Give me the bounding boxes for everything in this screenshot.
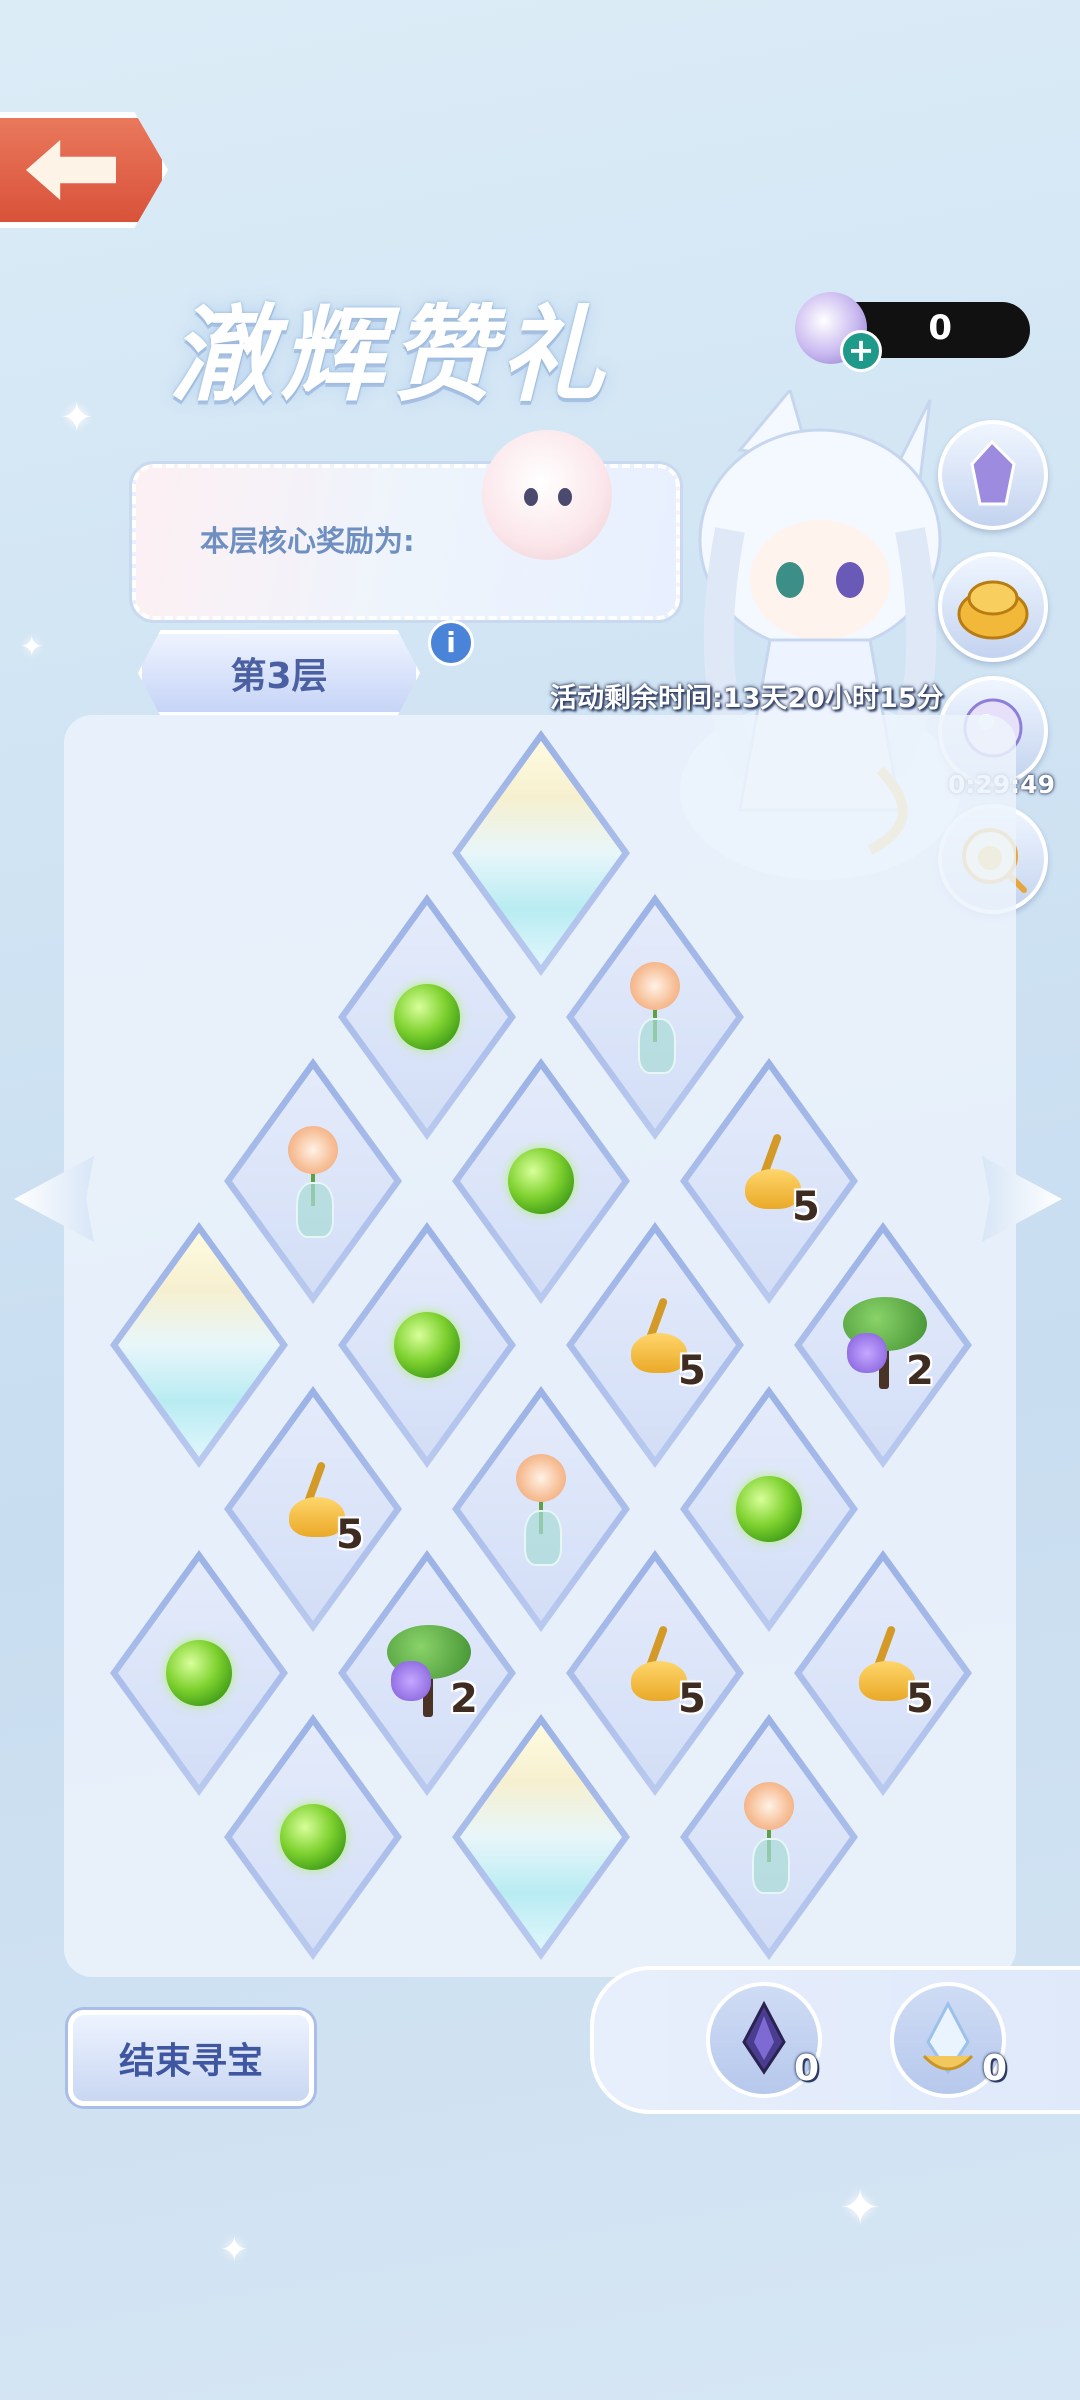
crystal-shop-button[interactable] (938, 420, 1048, 530)
dark-crystal-count: 0 (794, 2048, 820, 2089)
floor-label: 第3层 (230, 656, 328, 697)
back-arrow-icon (26, 140, 116, 200)
flower-vase-icon (278, 1126, 348, 1238)
item-count: 5 (906, 1676, 934, 1722)
flower-vase-icon (506, 1454, 576, 1566)
broom-icon (625, 1624, 687, 1703)
end-hunt-label: 结束寻宝 (118, 2041, 263, 2082)
item-count: 5 (336, 1512, 364, 1558)
light-crystal-count: 0 (982, 2048, 1008, 2089)
sparkle-decoration: ✦ (220, 2230, 249, 2270)
core-reward-label: 本层核心奖励为: (200, 524, 415, 558)
broom-icon (853, 1624, 915, 1703)
end-hunt-button[interactable]: 结束寻宝 (68, 2010, 314, 2106)
sparkle-decoration: ✦ (20, 630, 44, 663)
back-button[interactable] (0, 112, 168, 228)
treasure-button[interactable] (938, 552, 1048, 662)
flower-vase-icon (620, 962, 690, 1074)
floor-indicator: 第3层 (138, 630, 420, 716)
currency-value: 0 (928, 308, 952, 348)
event-remaining-time: 活动剩余时间:13天20小时15分 (550, 683, 944, 714)
item-count: 2 (906, 1348, 934, 1394)
next-floor-arrow[interactable] (982, 1156, 1062, 1242)
crystal-icon (970, 439, 1016, 506)
item-count: 5 (792, 1184, 820, 1230)
green-orb-icon (166, 1640, 232, 1706)
previous-floor-arrow[interactable] (14, 1156, 94, 1242)
broom-icon (283, 1460, 345, 1539)
core-reward-pet-icon[interactable] (482, 430, 612, 560)
add-currency-button[interactable]: + (840, 330, 882, 372)
info-icon[interactable]: i (428, 620, 474, 666)
broom-icon (625, 1296, 687, 1375)
green-orb-icon (280, 1804, 346, 1870)
green-orb-icon (508, 1148, 574, 1214)
green-orb-icon (736, 1476, 802, 1542)
event-title: 澈辉赞礼 (170, 293, 611, 416)
item-count: 2 (450, 1676, 478, 1722)
item-count: 5 (678, 1676, 706, 1722)
sparkle-decoration: ✦ (60, 395, 94, 441)
item-count: 5 (678, 1348, 706, 1394)
green-orb-icon (394, 1312, 460, 1378)
inventory-panel (590, 1966, 1080, 2114)
broom-icon (739, 1132, 801, 1211)
green-orb-icon (394, 984, 460, 1050)
flower-vase-icon (734, 1782, 804, 1894)
gold-treasure-icon (957, 580, 1029, 640)
sparkle-decoration: ✦ (840, 2180, 881, 2236)
